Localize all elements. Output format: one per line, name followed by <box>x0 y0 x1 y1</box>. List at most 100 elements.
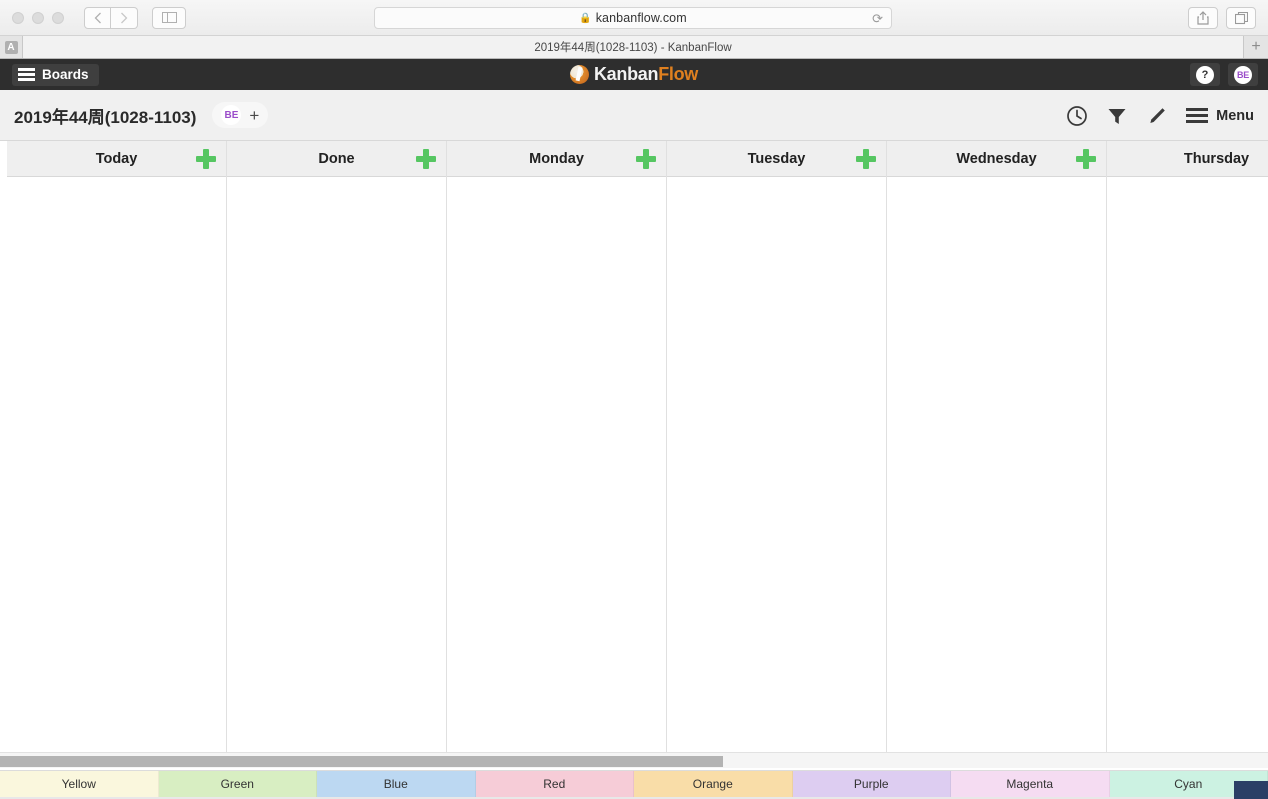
column-task-list[interactable] <box>7 177 226 752</box>
board-header: 2019年44周(1028-1103) BE + Menu <box>0 90 1268 141</box>
app-nav-right: ? BE <box>1190 59 1258 90</box>
page-title: 2019年44周(1028-1103) <box>14 107 197 127</box>
column-header: Thursday <box>1107 141 1268 177</box>
color-swatch-label: Green <box>220 777 254 791</box>
board-columns: Today Done Monday Tuesday Wednesday Thursday <box>7 141 1268 752</box>
add-task-button[interactable] <box>196 148 216 169</box>
help-button[interactable]: ? <box>1190 63 1220 86</box>
browser-tab-bar: A 2019年44周(1028-1103) - KanbanFlow + <box>0 36 1268 59</box>
column-header: Done <box>227 141 446 177</box>
new-tab-button[interactable]: + <box>1244 36 1268 58</box>
board-canvas: Today Done Monday Tuesday Wednesday Thursday <box>0 141 1268 752</box>
horizontal-scrollbar-thumb[interactable] <box>0 756 723 767</box>
color-swatch[interactable]: Magenta <box>951 771 1110 797</box>
minimize-window-button[interactable] <box>32 11 44 24</box>
browser-action-buttons <box>1188 7 1256 29</box>
close-window-button[interactable] <box>12 11 24 24</box>
board-members: BE + <box>212 102 269 128</box>
add-task-button[interactable] <box>636 148 656 169</box>
color-swatch[interactable]: Purple <box>792 771 951 797</box>
menu-button[interactable]: Menu <box>1186 108 1254 124</box>
user-account-button[interactable]: BE <box>1228 63 1258 86</box>
sidebar-toggle-button[interactable] <box>152 6 186 29</box>
desktop-corner <box>1234 781 1268 799</box>
add-task-button[interactable] <box>856 148 876 169</box>
column-task-list[interactable] <box>887 177 1106 752</box>
clock-icon[interactable] <box>1066 105 1088 127</box>
logo-text-kanban: Kanban <box>593 64 659 84</box>
color-swatch-label: Yellow <box>61 777 96 791</box>
color-swatch[interactable]: Green <box>158 771 317 797</box>
column-task-list[interactable] <box>447 177 666 752</box>
column-title: Tuesday <box>747 150 806 167</box>
favicon-letter: A <box>4 40 18 54</box>
color-swatch[interactable]: Red <box>475 771 634 797</box>
lock-icon: 🔒 <box>579 12 592 24</box>
column-title: Wednesday <box>956 150 1037 167</box>
boards-button-label: Boards <box>42 67 89 82</box>
app-top-nav: Boards KanbanFlow ? BE <box>0 59 1268 90</box>
filter-icon[interactable] <box>1106 105 1128 127</box>
horizontal-scrollbar[interactable] <box>0 752 1268 768</box>
column-title: Today <box>95 150 138 167</box>
avatar: BE <box>1234 65 1252 84</box>
color-swatch-label: Red <box>543 777 566 791</box>
app-logo: KanbanFlow <box>0 59 1268 90</box>
column-header: Wednesday <box>887 141 1106 177</box>
board-column: Thursday <box>1107 141 1268 752</box>
show-tabs-icon <box>1234 11 1248 24</box>
member-avatar[interactable]: BE <box>221 105 242 125</box>
plus-icon: + <box>1251 38 1261 55</box>
color-swatch[interactable]: Yellow <box>0 771 159 797</box>
column-task-list[interactable] <box>227 177 446 752</box>
column-task-list[interactable] <box>667 177 886 752</box>
navigation-buttons <box>84 6 138 29</box>
column-header: Tuesday <box>667 141 886 177</box>
zoom-window-button[interactable] <box>52 11 64 24</box>
color-swatch[interactable]: Blue <box>317 771 476 797</box>
show-tabs-button[interactable] <box>1226 7 1256 29</box>
hamburger-icon <box>1186 108 1209 123</box>
tab-favicon: A <box>0 36 22 58</box>
forward-button[interactable] <box>111 6 138 29</box>
logo-text-flow: Flow <box>658 64 698 84</box>
boards-button[interactable]: Boards <box>12 63 99 86</box>
browser-tab-active[interactable]: 2019年44周(1028-1103) - KanbanFlow <box>22 36 1244 58</box>
color-swatch-label: Orange <box>692 777 733 791</box>
column-title: Thursday <box>1183 150 1250 167</box>
board-column: Done <box>227 141 447 752</box>
tab-title: 2019年44周(1028-1103) - KanbanFlow <box>534 42 732 54</box>
board-toolbar: Menu <box>1066 90 1254 141</box>
board-column: Monday <box>447 141 667 752</box>
back-button[interactable] <box>84 6 111 29</box>
sidebar-toggle-icon <box>161 12 177 23</box>
add-task-button[interactable] <box>1076 148 1096 169</box>
share-icon <box>1197 11 1209 25</box>
color-swatch-label: Cyan <box>1174 777 1203 791</box>
column-task-list[interactable] <box>1107 177 1268 752</box>
reload-icon[interactable]: ⟳ <box>872 11 883 27</box>
color-swatch-label: Blue <box>383 777 408 791</box>
add-task-button[interactable] <box>416 148 436 169</box>
address-bar[interactable]: 🔒 kanbanflow.com ⟳ <box>374 7 892 29</box>
column-header: Today <box>7 141 226 177</box>
pencil-icon[interactable] <box>1146 105 1168 127</box>
board-column: Tuesday <box>667 141 887 752</box>
color-swatch[interactable]: Orange <box>634 771 793 797</box>
board-column: Wednesday <box>887 141 1107 752</box>
chevron-left-icon <box>94 12 101 23</box>
column-title: Monday <box>529 150 584 167</box>
hamburger-icon <box>18 68 35 81</box>
add-member-button[interactable]: + <box>249 107 259 124</box>
logo-text: KanbanFlow <box>594 64 698 85</box>
color-swatch-label: Magenta <box>1006 777 1054 791</box>
menu-button-label: Menu <box>1216 107 1254 124</box>
chevron-right-icon <box>121 12 128 23</box>
share-button[interactable] <box>1188 7 1218 29</box>
board-column: Today <box>7 141 227 752</box>
url-text: kanbanflow.com <box>595 11 687 25</box>
browser-toolbar: 🔒 kanbanflow.com ⟳ <box>0 0 1268 36</box>
kanbanflow-logo-icon <box>569 65 589 84</box>
color-legend-bar: Yellow Green Blue Red Orange Purple Magenta Cya… <box>0 770 1268 797</box>
window-traffic-lights <box>12 11 64 24</box>
